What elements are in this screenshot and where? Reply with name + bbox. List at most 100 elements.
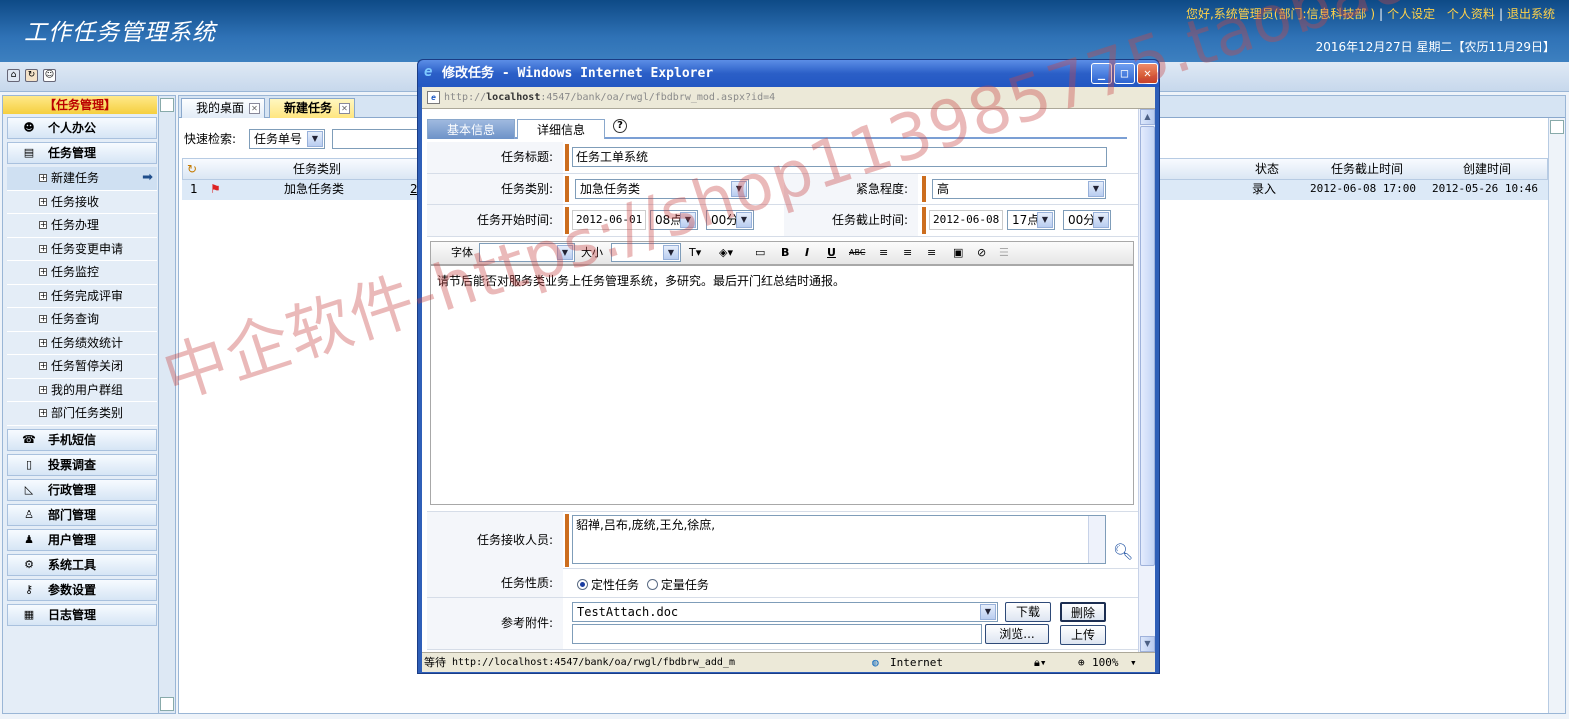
nav-group-params[interactable]: ⚷ 参数设置 [7,578,157,601]
bold-icon[interactable]: B [781,245,789,261]
download-button[interactable]: 下载 [1005,602,1051,622]
strikethrough-icon[interactable]: ABC [849,245,865,261]
category-label: 任务类别: [427,174,563,204]
receivers-scrollbar[interactable] [1088,516,1105,563]
category-select[interactable]: 加急任务类 ▼ [575,179,749,199]
nav-group-tools[interactable]: ⚙ 系统工具 [7,553,157,576]
sidebar-item-user-groups[interactable]: + 我的用户群组 [7,379,157,402]
tab-new-task[interactable]: 新建任务 ✕ [269,98,355,118]
link-icon[interactable]: ⊘ [977,245,986,261]
main-scrollbar[interactable] [1548,118,1565,713]
align-center-icon[interactable]: ≡ [903,245,912,261]
globe-icon: ◍ [872,656,879,669]
browse-button[interactable]: 浏览... [985,624,1049,644]
sidebar-item-change-request[interactable]: + 任务变更申请 [7,238,157,261]
editor-toolbar: 字体 ▼ 大小 ▼ T▾ ◈▾ ▭ B I U ABC ≡ ≡ ≡ ▣ ⊘ ☰ [430,241,1134,265]
bg-color-icon[interactable]: ◈▾ [719,245,733,261]
font-select[interactable]: ▼ [479,243,575,262]
sidebar-item-query[interactable]: + 任务查询 [7,308,157,332]
address-bar[interactable]: e http://localhost:4547/bank/oa/rwgl/fbd… [422,87,1155,109]
sidebar-item-dept-category[interactable]: + 部门任务类别 [7,402,157,426]
nav-group-personal[interactable]: ☻ 个人办公 [7,117,157,139]
nav-group-admin[interactable]: ◺ 行政管理 [7,478,157,501]
scroll-up-icon[interactable]: ▲ [1140,109,1155,125]
sidebar-item-stats[interactable]: + 任务绩效统计 [7,332,157,355]
align-right-icon[interactable]: ≡ [927,245,936,261]
refresh-icon[interactable]: ↻ [187,159,197,179]
lock-icon[interactable]: 🔒︎▾ [1034,653,1046,672]
chevron-down-icon: ▼ [557,245,573,260]
image-icon[interactable]: ▣ [953,245,963,261]
start-hour-select[interactable]: 08点 ▼ [650,210,698,230]
underline-icon[interactable]: U [827,245,836,261]
delete-button[interactable]: 删除 [1060,602,1106,622]
sidebar-item-monitor[interactable]: + 任务监控 [7,261,157,285]
align-left-icon[interactable]: ≡ [879,245,888,261]
app-title: 工作任务管理系统 [24,20,216,46]
nav-group-sms[interactable]: ☎ 手机短信 [7,428,157,451]
refresh-icon[interactable]: ↻ [25,69,38,82]
end-minute-select[interactable]: 00分 ▼ [1063,210,1111,230]
search-field-select[interactable]: 任务单号 ▼ [249,129,325,149]
dialog-scrollbar[interactable]: ▲ ▼ [1138,109,1155,652]
radio-quantitative[interactable] [646,579,658,590]
nav-group-log[interactable]: ▦ 日志管理 [7,603,157,626]
text-color-icon[interactable]: T▾ [689,245,701,261]
search-icon[interactable]: 🔍︎ [1113,542,1133,561]
sidebar-item-new-task[interactable]: + 新建任务 ➡ [7,167,157,191]
sidebar-item-handle[interactable]: + 任务办理 [7,214,157,238]
maximize-button[interactable]: □ [1114,63,1135,84]
end-date-input[interactable]: 2012-06-08 [929,210,1003,230]
start-date-input[interactable]: 2012-06-01 [572,210,646,230]
tab-detail-info[interactable]: 详细信息 [517,119,605,139]
flag-icon: ⚑ [210,182,221,196]
gear-icon: ⚙ [24,557,34,571]
sidebar-scrollbar[interactable] [158,96,175,713]
status-url: http://localhost:4547/bank/oa/rwgl/fbdbr… [452,657,735,668]
nav-group-vote[interactable]: ▯ 投票调查 [7,453,157,476]
search-input[interactable] [332,129,422,149]
size-select[interactable]: ▼ [611,243,681,262]
receivers-textarea[interactable]: 貂禅,吕布,庞统,王允,徐庶, [572,515,1106,564]
sidebar-item-review[interactable]: + 任务完成评审 [7,285,157,308]
table-icon[interactable]: ▭ [755,245,765,261]
zoom-level[interactable]: 100% [1092,653,1119,672]
nature-label: 任务性质: [427,569,563,597]
attachment-select[interactable]: TestAttach.doc ▼ [572,602,998,622]
home-icon[interactable]: ⌂ [7,69,20,82]
help-icon[interactable]: ? [613,119,627,133]
title-input[interactable]: 任务工单系统 [572,147,1107,167]
logout-link[interactable]: 退出系统 [1507,7,1555,21]
end-hour-select[interactable]: 17点 ▼ [1007,210,1055,230]
minimize-button[interactable]: _ [1091,63,1112,84]
italic-icon[interactable]: I [805,245,809,261]
radio-qualitative[interactable] [577,579,588,590]
nav-group-task[interactable]: ▤ 任务管理 [7,142,157,164]
greeting-text: 您好,系统管理员(部门:信息科技部 ) [1185,7,1376,21]
close-icon[interactable]: ✕ [249,103,260,114]
close-button[interactable]: ✕ [1137,63,1158,84]
upload-button[interactable]: 上传 [1060,625,1106,645]
arrow-right-icon: ➡ [142,170,153,185]
scroll-down-icon[interactable]: ▼ [1140,636,1155,652]
tab-desktop[interactable]: 我的桌面 ✕ [181,98,265,118]
nav-group-dept[interactable]: ♙ 部门管理 [7,503,157,526]
date-display: 2016年12月27日 星期二【农历11月29日】 [1315,40,1555,54]
hr-icon[interactable]: ☰ [999,245,1009,261]
file-path-input[interactable] [572,624,982,644]
size-label: 大小 [581,246,603,259]
chat-icon[interactable]: ☺ [43,69,56,82]
close-icon[interactable]: ✕ [339,103,350,114]
content-editor[interactable]: 请节后能否对服务类业务上任务管理系统，多研究。最后开门红总结时通报。 [430,265,1134,505]
sidebar-item-receive[interactable]: + 任务接收 [7,191,157,214]
tab-basic-info[interactable]: 基本信息 [427,119,515,139]
nav-group-user[interactable]: ♟ 用户管理 [7,528,157,551]
zoom-dropdown-icon[interactable]: ▾ [1130,653,1137,672]
start-minute-select[interactable]: 00分 ▼ [706,210,754,230]
chevron-down-icon: ▼ [1088,181,1104,197]
urgency-select[interactable]: 高 ▼ [932,179,1106,199]
status-zone: Internet [890,656,943,669]
sidebar-item-pause[interactable]: + 任务暂停关闭 [7,355,157,379]
profile-link[interactable]: 个人资料 [1447,7,1495,21]
settings-link[interactable]: 个人设定 [1387,7,1435,21]
